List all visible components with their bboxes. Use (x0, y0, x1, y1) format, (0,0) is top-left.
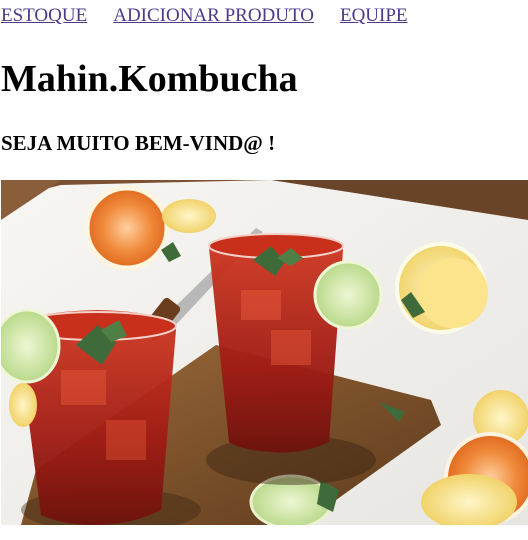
top-nav: ESTOQUE ADICIONAR PRODUTO EQUIPE (1, 5, 430, 27)
hero-image (1, 180, 528, 525)
page-title: Mahin.Kombucha (1, 58, 298, 100)
nav-link-estoque[interactable]: ESTOQUE (1, 5, 87, 26)
welcome-heading: SEJA MUITO BEM-VIND@ ! (1, 131, 276, 155)
nav-link-adicionar-produto[interactable]: ADICIONAR PRODUTO (113, 5, 314, 26)
nav-link-equipe[interactable]: EQUIPE (340, 5, 408, 26)
